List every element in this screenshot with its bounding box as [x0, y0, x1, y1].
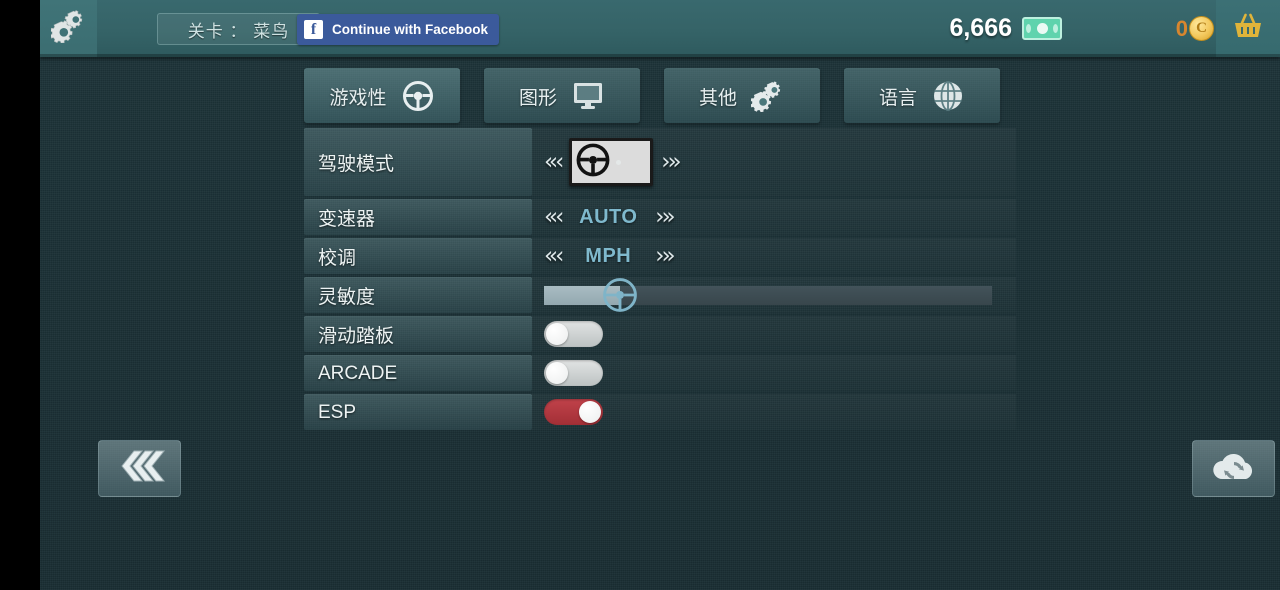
- row-esp: ESP: [304, 394, 1016, 430]
- transmission-value: AUTO: [579, 205, 638, 228]
- row-sensitivity-control: [544, 277, 992, 313]
- next-arrow[interactable]: ›»: [655, 244, 675, 268]
- row-driving-mode: 驾驶模式 «‹ ›»: [304, 128, 1016, 196]
- money-counter: 6,666: [949, 0, 1062, 57]
- row-units-label: 校调: [304, 238, 532, 274]
- row-slide-pedal-label: 滑动踏板: [304, 316, 532, 352]
- row-transmission-control: «‹ AUTO ›»: [544, 199, 676, 235]
- tab-graphics[interactable]: 图形: [484, 68, 640, 123]
- coin-value: 0: [1175, 15, 1188, 41]
- row-arcade-label: ARCADE: [304, 355, 532, 391]
- prev-arrow[interactable]: «‹: [544, 244, 564, 268]
- game-viewport: 关卡 ： 菜鸟 f Continue with Facebook 6,666 0…: [40, 0, 1280, 590]
- coin-counter: 0 C: [1176, 0, 1214, 57]
- row-sensitivity: 灵敏度: [304, 277, 1016, 313]
- settings-tabs: 游戏性 图形 其他 语言: [304, 68, 1000, 123]
- tab-other[interactable]: 其他: [664, 68, 820, 123]
- row-sensitivity-label: 灵敏度: [304, 277, 532, 313]
- back-button[interactable]: [98, 440, 181, 497]
- gears-icon: [751, 79, 785, 113]
- sensitivity-slider[interactable]: [544, 278, 992, 312]
- tab-other-label: 其他: [698, 87, 737, 109]
- tab-gameplay-label: 游戏性: [329, 87, 387, 109]
- facebook-icon: f: [304, 20, 323, 39]
- level-text: 关卡 ： 菜鸟: [187, 21, 290, 41]
- toggle-knob: [546, 362, 568, 384]
- row-arcade-control: [544, 355, 603, 391]
- top-bar: 关卡 ： 菜鸟 f Continue with Facebook 6,666 0…: [40, 0, 1280, 57]
- tab-gameplay[interactable]: 游戏性: [304, 68, 460, 123]
- monitor-icon: [571, 79, 605, 113]
- gears-icon: [49, 9, 87, 48]
- game-screen: 关卡 ： 菜鸟 f Continue with Facebook 6,666 0…: [0, 0, 1280, 590]
- row-units-control: «‹ MPH ›»: [544, 238, 676, 274]
- steering-wheel-icon: [401, 79, 435, 113]
- row-transmission: 变速器 «‹ AUTO ›»: [304, 199, 1016, 235]
- prev-arrow[interactable]: «‹: [544, 205, 564, 229]
- row-slide-pedal-control: [544, 316, 603, 352]
- slider-thumb[interactable]: [600, 275, 640, 315]
- arcade-toggle[interactable]: [544, 360, 603, 386]
- settings-list: 驾驶模式 «‹ ›» 变速器 «‹ AUTO ›» 校调 «‹ MPH ›» 灵…: [304, 128, 1016, 433]
- globe-icon: [931, 79, 965, 113]
- row-driving-mode-control: «‹ ›»: [544, 128, 682, 196]
- row-units: 校调 «‹ MPH ›»: [304, 238, 1016, 274]
- row-transmission-label: 变速器: [304, 199, 532, 235]
- triple-chevron-left-icon: [114, 449, 166, 488]
- row-esp-control: [544, 394, 603, 430]
- row-driving-mode-label: 驾驶模式: [304, 128, 532, 196]
- next-arrow[interactable]: ›»: [661, 150, 681, 174]
- steering-wheel-icon: [575, 142, 611, 183]
- banknote-icon: [1022, 17, 1062, 40]
- toggle-knob: [546, 323, 568, 345]
- esp-toggle[interactable]: [544, 399, 603, 425]
- money-value: 6,666: [949, 14, 1012, 42]
- cloud-sync-button[interactable]: [1192, 440, 1275, 497]
- toggle-knob: [579, 401, 601, 423]
- units-value: MPH: [585, 244, 632, 267]
- next-arrow[interactable]: ›»: [655, 205, 675, 229]
- tab-language[interactable]: 语言: [844, 68, 1000, 123]
- tab-graphics-label: 图形: [518, 87, 557, 109]
- row-arcade: ARCADE: [304, 355, 1016, 391]
- facebook-login-button[interactable]: f Continue with Facebook: [297, 14, 500, 45]
- shop-button[interactable]: [1216, 0, 1280, 57]
- basket-icon: [1231, 10, 1265, 47]
- prev-arrow[interactable]: «‹: [544, 150, 564, 174]
- settings-button[interactable]: [40, 0, 97, 57]
- tab-language-label: 语言: [878, 87, 917, 109]
- cloud-sync-icon: [1209, 448, 1259, 489]
- facebook-label: Continue with Facebook: [332, 22, 489, 37]
- row-esp-label: ESP: [304, 394, 532, 430]
- driving-mode-preview[interactable]: [569, 138, 654, 186]
- level-field[interactable]: 关卡 ： 菜鸟: [157, 13, 320, 45]
- coin-icon: C: [1189, 16, 1214, 41]
- mode-indicator-dot: [616, 159, 622, 165]
- row-slide-pedal: 滑动踏板: [304, 316, 1016, 352]
- slide-pedal-toggle[interactable]: [544, 321, 603, 347]
